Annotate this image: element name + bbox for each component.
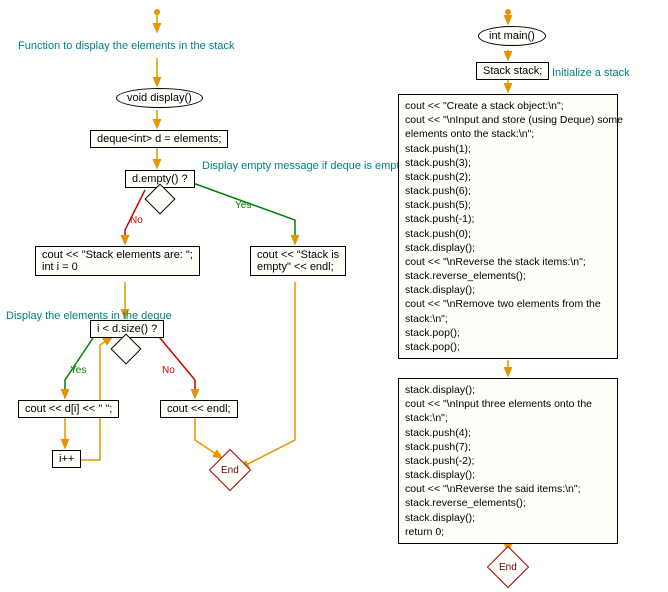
start-oval-display: void display() xyxy=(116,88,203,108)
decl-box: deque<int> d = elements; xyxy=(90,130,228,148)
main-block2: stack.display(); cout << "\nInput three … xyxy=(398,378,618,544)
loop-no-box: cout << endl; xyxy=(160,400,238,418)
cond1-diamond xyxy=(144,183,175,214)
cond2-diamond xyxy=(110,333,141,364)
branch-yes-box: cout << "Stack is empty" << endl; xyxy=(250,246,346,276)
cond2-yes-label: Yes xyxy=(70,365,86,376)
annot-empty-msg: Display empty message if deque is empty xyxy=(202,160,405,172)
cond2-no-label: No xyxy=(162,365,175,376)
inc-box: i++ xyxy=(52,450,81,468)
annot-function-title: Function to display the elements in the … xyxy=(18,40,234,52)
cond1-no-label: No xyxy=(130,215,143,226)
end-label-left: End xyxy=(221,465,239,476)
branch-no-box: cout << "Stack elements are: "; int i = … xyxy=(35,246,200,276)
loop-body-box: cout << d[i] << " "; xyxy=(18,400,119,418)
start-oval-main: int main() xyxy=(478,26,546,46)
main-block1: cout << "Create a stack object:\n"; cout… xyxy=(398,94,618,359)
annot-init-stack: Initialize a stack xyxy=(552,67,630,79)
cond1-yes-label: Yes xyxy=(235,200,251,211)
init-stack-box: Stack stack; xyxy=(476,62,549,80)
end-label-right: End xyxy=(499,562,517,573)
